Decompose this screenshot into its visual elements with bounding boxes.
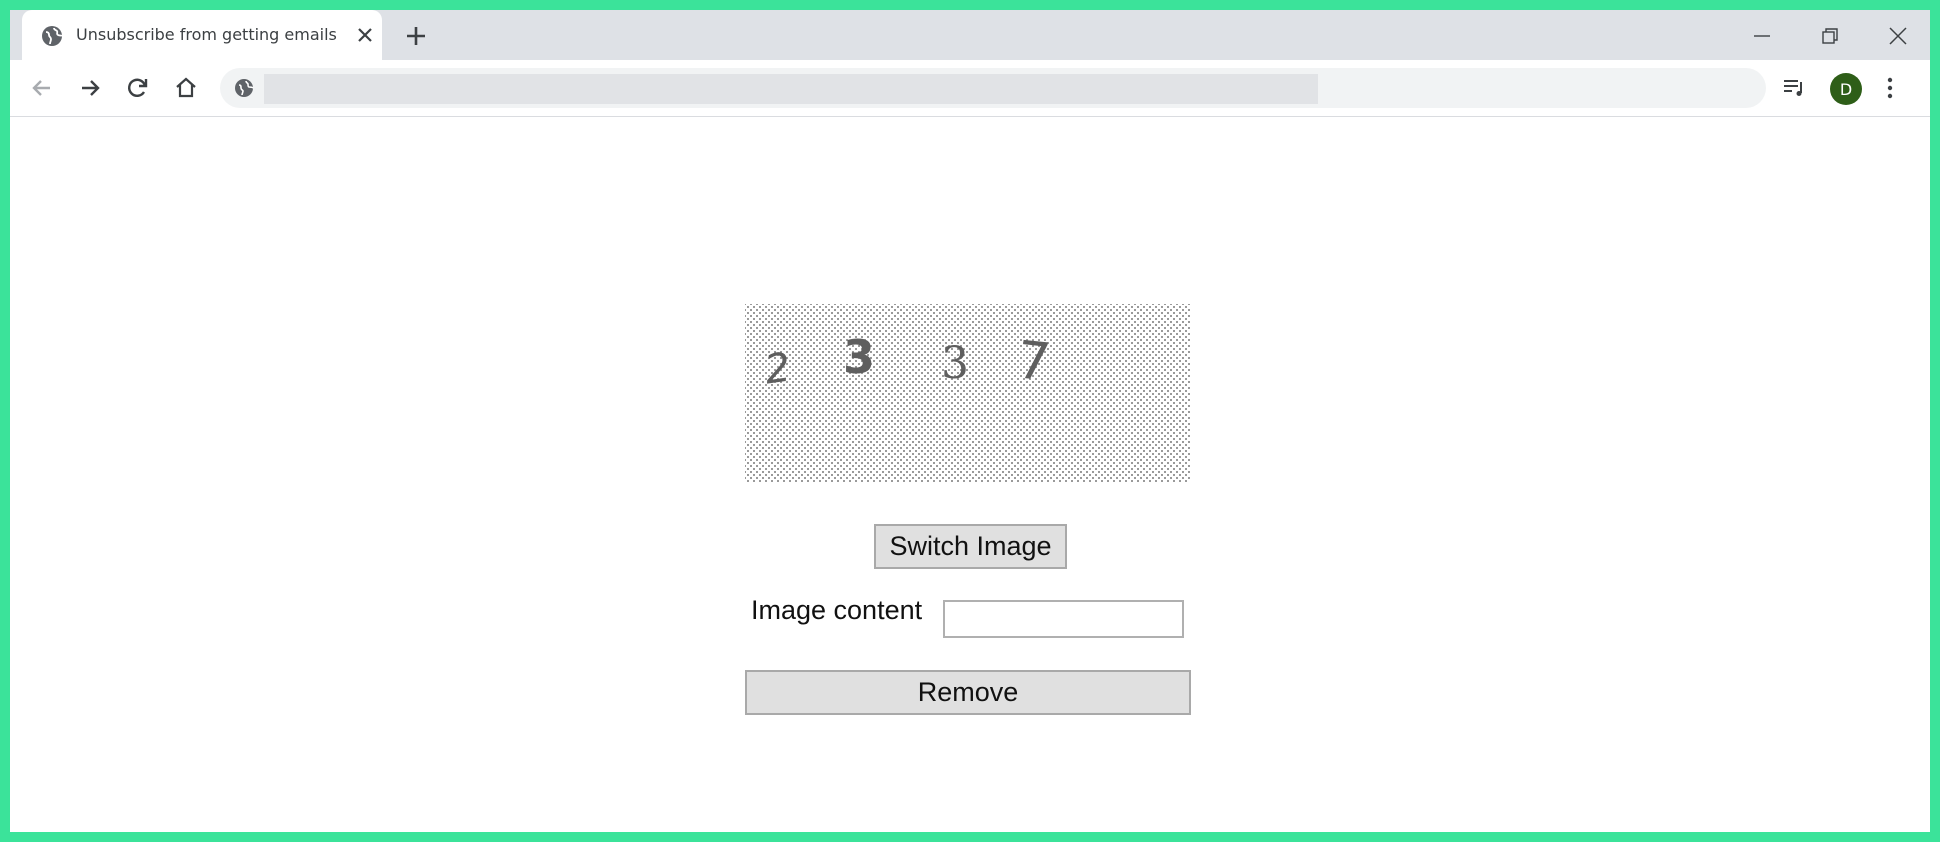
image-content-label: Image content <box>751 595 923 625</box>
remove-button[interactable]: Remove <box>745 670 1191 715</box>
tab-title: Unsubscribe from getting emails <box>76 25 337 44</box>
globe-icon <box>235 79 254 97</box>
minimize-icon[interactable] <box>1748 22 1776 50</box>
avatar[interactable]: D <box>1830 73 1862 105</box>
restore-icon[interactable] <box>1816 22 1844 50</box>
home-icon[interactable] <box>172 74 200 102</box>
back-arrow-icon[interactable] <box>28 74 56 102</box>
media-queue-icon[interactable] <box>1780 74 1808 102</box>
page-content: 2 3 3 7 Switch Image Image content Remov… <box>10 117 1930 832</box>
reload-icon[interactable] <box>124 74 152 102</box>
tab-strip: Unsubscribe from getting emails <box>10 10 1930 60</box>
kebab-menu-icon[interactable] <box>1876 74 1904 102</box>
address-bar[interactable] <box>220 68 1766 108</box>
captcha-digit: 2 <box>761 344 794 394</box>
close-icon[interactable] <box>356 26 374 44</box>
captcha-image: 2 3 3 7 <box>745 304 1191 483</box>
close-window-icon[interactable] <box>1884 22 1912 50</box>
captcha-digit: 7 <box>1013 330 1054 394</box>
captcha-digit: 3 <box>843 330 876 384</box>
image-content-input[interactable] <box>943 600 1184 638</box>
address-text[interactable] <box>264 74 1318 104</box>
forward-arrow-icon[interactable] <box>76 74 104 102</box>
captcha-digit: 3 <box>941 338 969 389</box>
switch-image-button[interactable]: Switch Image <box>874 524 1067 569</box>
browser-toolbar: D <box>10 60 1930 117</box>
globe-icon <box>42 26 63 46</box>
plus-icon[interactable] <box>404 24 428 48</box>
tab-active[interactable]: Unsubscribe from getting emails <box>22 10 382 60</box>
browser-window: Unsubscribe from getting emails D 2 3 3 … <box>10 10 1930 832</box>
